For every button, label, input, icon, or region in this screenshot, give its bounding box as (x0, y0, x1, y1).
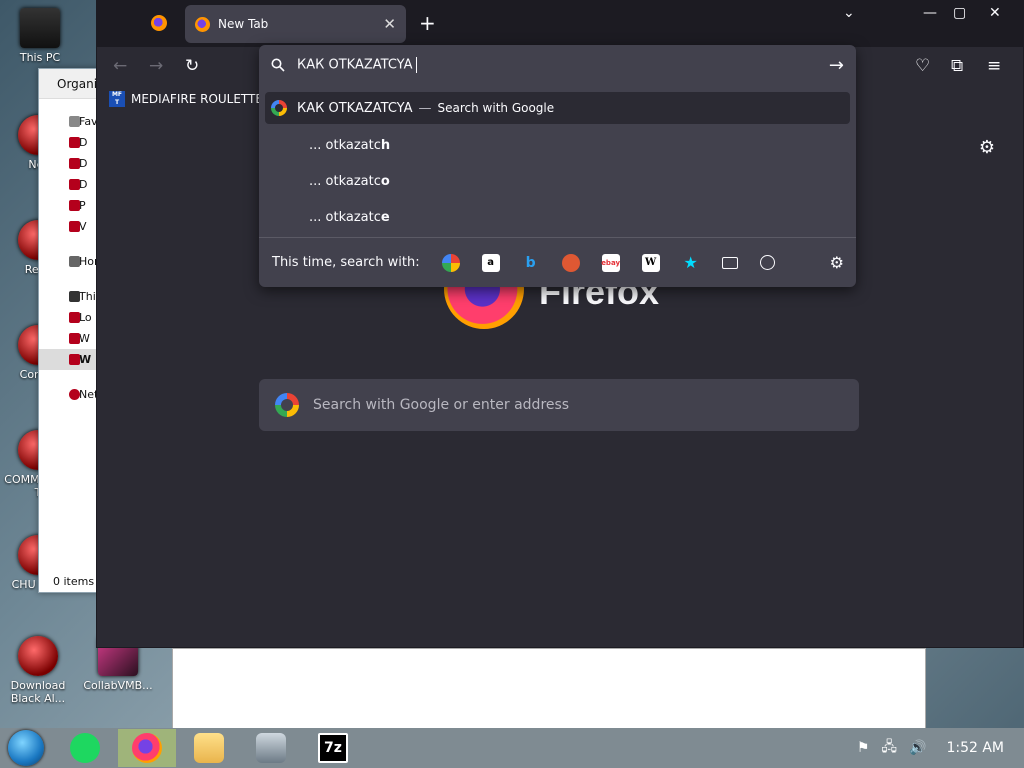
start-button[interactable] (8, 730, 44, 766)
drive-icon (69, 354, 80, 365)
google-icon (275, 393, 299, 417)
pocket-icon[interactable]: ♡ (915, 57, 930, 75)
taskbar: 7z ⚑ 🖧 🔊 1:52 AM (0, 728, 1024, 768)
one-off-label: This time, search with: (272, 255, 420, 270)
urlbar-result-suggestion[interactable]: ... otkazatce (265, 201, 850, 233)
bookmarks-star-icon[interactable]: ★ (682, 253, 700, 272)
text-cursor (415, 57, 417, 73)
wikipedia-icon[interactable]: W (641, 253, 660, 272)
network-icon[interactable]: 🖧 (881, 736, 897, 760)
urlbar-result-search[interactable]: КАК OTKAZATCYA — Search with Google (265, 92, 850, 124)
google-icon[interactable] (441, 253, 460, 272)
drive-icon (69, 312, 80, 323)
volume-icon[interactable]: 🔊 (909, 740, 926, 756)
urlbar-result-suggestion[interactable]: ... otkazatco (265, 165, 850, 197)
folder-icon (69, 221, 80, 232)
taskbar-app-computer[interactable] (242, 729, 300, 767)
urlbar-input[interactable]: КАК OTKAZATCYA → (259, 45, 856, 85)
drive-icon (69, 333, 80, 344)
7zip-icon: 7z (318, 733, 348, 763)
tabs-icon[interactable] (721, 256, 738, 269)
google-icon (271, 100, 287, 116)
spotify-icon (70, 733, 100, 763)
desktop-icon-download[interactable]: Download Black Al... (0, 636, 76, 705)
urlbar-text: КАК OTKAZATCYA (297, 57, 413, 73)
taskbar-app-spotify[interactable] (56, 729, 114, 767)
taskbar-app-7zip[interactable]: 7z (304, 729, 362, 767)
reload-button[interactable]: ↻ (185, 57, 199, 75)
folder-icon (69, 158, 80, 169)
result-separator: — (418, 100, 432, 116)
network-icon (69, 389, 80, 400)
bing-icon[interactable]: b (522, 254, 540, 272)
tab-title: New Tab (218, 17, 269, 31)
gear-icon[interactable]: ⚙ (979, 137, 995, 158)
forward-button[interactable]: → (149, 57, 163, 75)
suggestion-text: ... otkazatch (309, 137, 391, 153)
action-center-flag-icon[interactable]: ⚑ (857, 740, 870, 756)
history-clock-icon[interactable] (759, 255, 775, 270)
desktop-icon-label: Download Black Al... (10, 679, 66, 705)
explorer-status: 0 items (53, 575, 95, 588)
one-off-search-bar: This time, search with: a b ebay W ★ ⚙ (259, 237, 856, 287)
bookmark-favicon: MF T (109, 91, 125, 107)
suggestion-text: ... otkazatco (309, 173, 390, 189)
go-arrow-icon[interactable]: → (829, 55, 844, 76)
star-icon (69, 116, 80, 127)
suggestion-text: ... otkazatce (309, 209, 390, 225)
urlbar-popup: КАК OTKAZATCYA → КАК OTKAZATCYA — Search… (259, 45, 856, 287)
folder-icon (69, 137, 80, 148)
ebay-icon[interactable]: ebay (601, 253, 620, 272)
search-placeholder: Search with Google or enter address (313, 397, 570, 413)
extensions-icon[interactable]: ⧉ (951, 57, 963, 75)
folder-icon (69, 179, 80, 190)
duckduckgo-icon[interactable] (561, 253, 580, 272)
computer-icon (69, 291, 80, 302)
home-icon (69, 256, 80, 267)
folder-icon (69, 200, 80, 211)
system-tray: ⚑ 🖧 🔊 1:52 AM (857, 728, 1004, 768)
desktop-icon-label: This PC (19, 51, 61, 64)
firefox-icon (151, 15, 167, 31)
firefox-icon (195, 16, 210, 32)
folder-icon (194, 733, 224, 763)
background-window (172, 648, 926, 730)
tab-bar: New Tab ✕ + ⌄ — ▢ ✕ (97, 1, 1023, 47)
computer-icon (20, 8, 60, 48)
app-icon (18, 636, 58, 676)
tab-new-tab[interactable]: New Tab ✕ (185, 5, 406, 43)
taskbar-app-file-explorer[interactable] (180, 729, 238, 767)
taskbar-app-firefox[interactable] (118, 729, 176, 767)
firefox-icon (132, 733, 162, 763)
search-icon (271, 58, 285, 72)
page-search-input[interactable]: Search with Google or enter address (259, 379, 859, 431)
bookmark-mediafire[interactable]: MF T MEDIAFIRE ROULETTER (109, 91, 271, 107)
gear-icon[interactable]: ⚙ (830, 253, 844, 272)
back-button[interactable]: ← (113, 57, 127, 75)
list-all-tabs-icon[interactable]: ⌄ (843, 5, 855, 21)
desktop-icon-this-pc[interactable]: This PC (2, 8, 78, 64)
bookmark-label: MEDIAFIRE ROULETTER (131, 92, 272, 106)
minimize-button[interactable]: — (923, 5, 937, 21)
new-tab-button[interactable]: + (419, 12, 436, 34)
desktop-icon-label: CollabVMB... (83, 679, 153, 692)
computer-icon (256, 733, 286, 763)
maximize-button[interactable]: ▢ (953, 5, 966, 21)
clock[interactable]: 1:52 AM (946, 740, 1004, 756)
close-window-button[interactable]: ✕ (989, 5, 1001, 21)
urlbar-result-suggestion[interactable]: ... otkazatch (265, 129, 850, 161)
amazon-icon[interactable]: a (481, 253, 500, 272)
close-tab-icon[interactable]: ✕ (383, 15, 396, 33)
result-action: Search with Google (437, 101, 555, 115)
result-text: КАК OTKAZATCYA (297, 100, 413, 116)
app-menu-button[interactable]: ≡ (987, 57, 1001, 75)
